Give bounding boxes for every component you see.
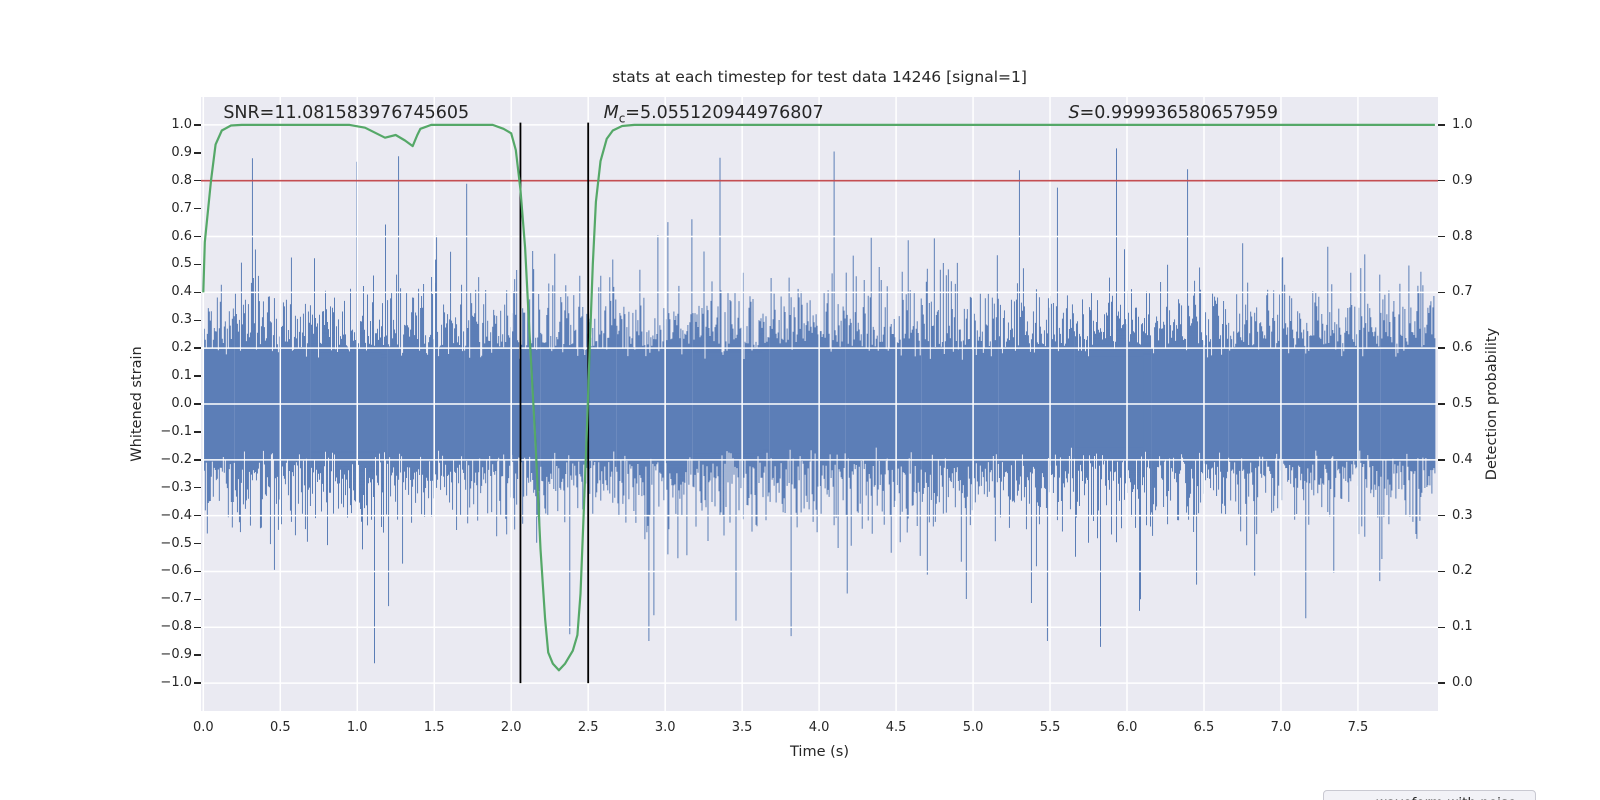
- x-axis-label: Time (s): [790, 744, 849, 760]
- x-tick-label: 0.0: [192, 720, 214, 735]
- y-tick-mark-left: [194, 514, 201, 517]
- x-tick-label: 4.0: [808, 720, 830, 735]
- y-tick-label-left: 0.4: [171, 284, 192, 300]
- y-tick-label-right: 0.2: [1452, 563, 1473, 579]
- y-tick-mark-left: [194, 263, 201, 266]
- x-tick-label: 4.5: [885, 720, 907, 735]
- y-tick-mark-right: [1438, 403, 1445, 405]
- y-tick-label-left: 0.9: [171, 144, 192, 160]
- x-tick-label: 3.0: [654, 720, 676, 735]
- y-tick-mark-left: [194, 375, 201, 377]
- y-tick-label-left: 0.2: [171, 340, 192, 356]
- y-tick-mark-right: [1438, 570, 1445, 573]
- y-tick-mark-right: [1438, 235, 1445, 238]
- y-tick-label-left: −0.4: [160, 507, 192, 523]
- y-tick-label-right: 1.0: [1452, 116, 1473, 132]
- y-tick-label-left: −0.7: [160, 591, 192, 607]
- x-tick-label: 5.5: [1039, 720, 1061, 735]
- y-tick-label-right: 0.8: [1452, 228, 1473, 244]
- y-tick-label-right: 0.0: [1452, 675, 1473, 691]
- figure-canvas: stats at each timestep for test data 142…: [0, 0, 1600, 800]
- y-tick-label-left: 0.1: [171, 368, 192, 384]
- y-tick-mark-left: [194, 542, 201, 545]
- y-tick-label-right: 0.5: [1452, 396, 1473, 411]
- x-tick-label: 7.0: [1270, 720, 1292, 735]
- y-tick-label-left: −0.6: [160, 563, 192, 579]
- x-tick-label: 7.5: [1347, 720, 1369, 735]
- x-tick-label: 1.5: [423, 720, 445, 735]
- y-tick-mark-left: [194, 207, 201, 210]
- legend-label: waveform with noise: [1376, 795, 1516, 800]
- y-tick-mark-left: [194, 291, 201, 294]
- y-axis-label-right: Detection probability: [1484, 327, 1500, 481]
- y-tick-mark-right: [1438, 514, 1445, 517]
- y-tick-mark-left: [194, 570, 201, 573]
- y-tick-label-right: 0.3: [1452, 507, 1473, 523]
- x-tick-label: 2.5: [577, 720, 599, 735]
- y-tick-label-left: −0.2: [160, 451, 192, 467]
- y-tick-label-right: 0.6: [1452, 340, 1473, 356]
- y-tick-label-left: −0.1: [160, 423, 192, 439]
- y-tick-label-left: −1.0: [160, 675, 192, 691]
- y-tick-label-left: −0.5: [160, 535, 192, 551]
- y-tick-mark-left: [194, 152, 201, 154]
- y-tick-label-left: 0.0: [171, 396, 192, 411]
- y-tick-mark-left: [194, 431, 201, 433]
- legend: waveform with noise: [1323, 790, 1536, 800]
- y-tick-mark-left: [194, 124, 201, 126]
- y-tick-mark-left: [194, 626, 201, 628]
- x-tick-label: 2.0: [500, 720, 522, 735]
- y-tick-label-right: 0.4: [1452, 451, 1473, 467]
- y-tick-mark-left: [194, 403, 201, 405]
- chart-title: stats at each timestep for test data 142…: [612, 68, 1027, 86]
- y-tick-mark-left: [194, 347, 201, 349]
- x-tick-label: 1.0: [346, 720, 368, 735]
- y-tick-label-left: 0.3: [171, 312, 192, 328]
- y-tick-mark-left: [194, 598, 201, 601]
- y-tick-label-right: 0.9: [1452, 172, 1473, 188]
- y-tick-label-left: 0.5: [171, 256, 192, 272]
- x-tick-label: 6.0: [1116, 720, 1138, 735]
- y-tick-label-left: −0.8: [160, 619, 192, 635]
- y-tick-mark-right: [1438, 180, 1445, 182]
- y-tick-mark-left: [194, 654, 201, 656]
- annotation-snr: SNR=11.081583976745605: [223, 103, 470, 123]
- y-tick-mark-left: [194, 180, 201, 182]
- annotation-mc: Mc=5.055120944976807: [603, 103, 824, 126]
- y-tick-mark-right: [1438, 124, 1445, 126]
- x-tick-label: 5.0: [962, 720, 984, 735]
- y-tick-mark-left: [194, 682, 201, 684]
- y-tick-mark-right: [1438, 682, 1445, 684]
- y-tick-label-left: 0.6: [171, 228, 192, 244]
- annotation-s: S=0.999936580657959: [1068, 103, 1278, 123]
- y-tick-label-left: 0.7: [171, 200, 192, 216]
- x-tick-label: 6.5: [1193, 720, 1215, 735]
- plot-area: SNR=11.081583976745605 Mc=5.0551209449768…: [201, 97, 1536, 800]
- y-tick-label-left: −0.3: [160, 479, 192, 495]
- y-tick-mark-left: [194, 487, 201, 489]
- y-tick-mark-left: [194, 459, 201, 461]
- y-tick-mark-left: [194, 235, 201, 238]
- y-tick-label-left: 1.0: [171, 116, 192, 132]
- y-tick-label-left: 0.8: [171, 172, 192, 188]
- y-tick-label-left: −0.9: [160, 647, 192, 663]
- x-tick-label: 0.5: [269, 720, 291, 735]
- y-tick-mark-right: [1438, 291, 1445, 294]
- y-tick-mark-right: [1438, 626, 1445, 628]
- plot-svg: [201, 97, 1438, 711]
- x-tick-label: 3.5: [731, 720, 753, 735]
- y-tick-mark-right: [1438, 459, 1445, 461]
- y-tick-label-right: 0.7: [1452, 284, 1473, 300]
- y-tick-label-right: 0.1: [1452, 619, 1473, 635]
- y-tick-mark-right: [1438, 347, 1445, 349]
- y-tick-mark-left: [194, 319, 201, 321]
